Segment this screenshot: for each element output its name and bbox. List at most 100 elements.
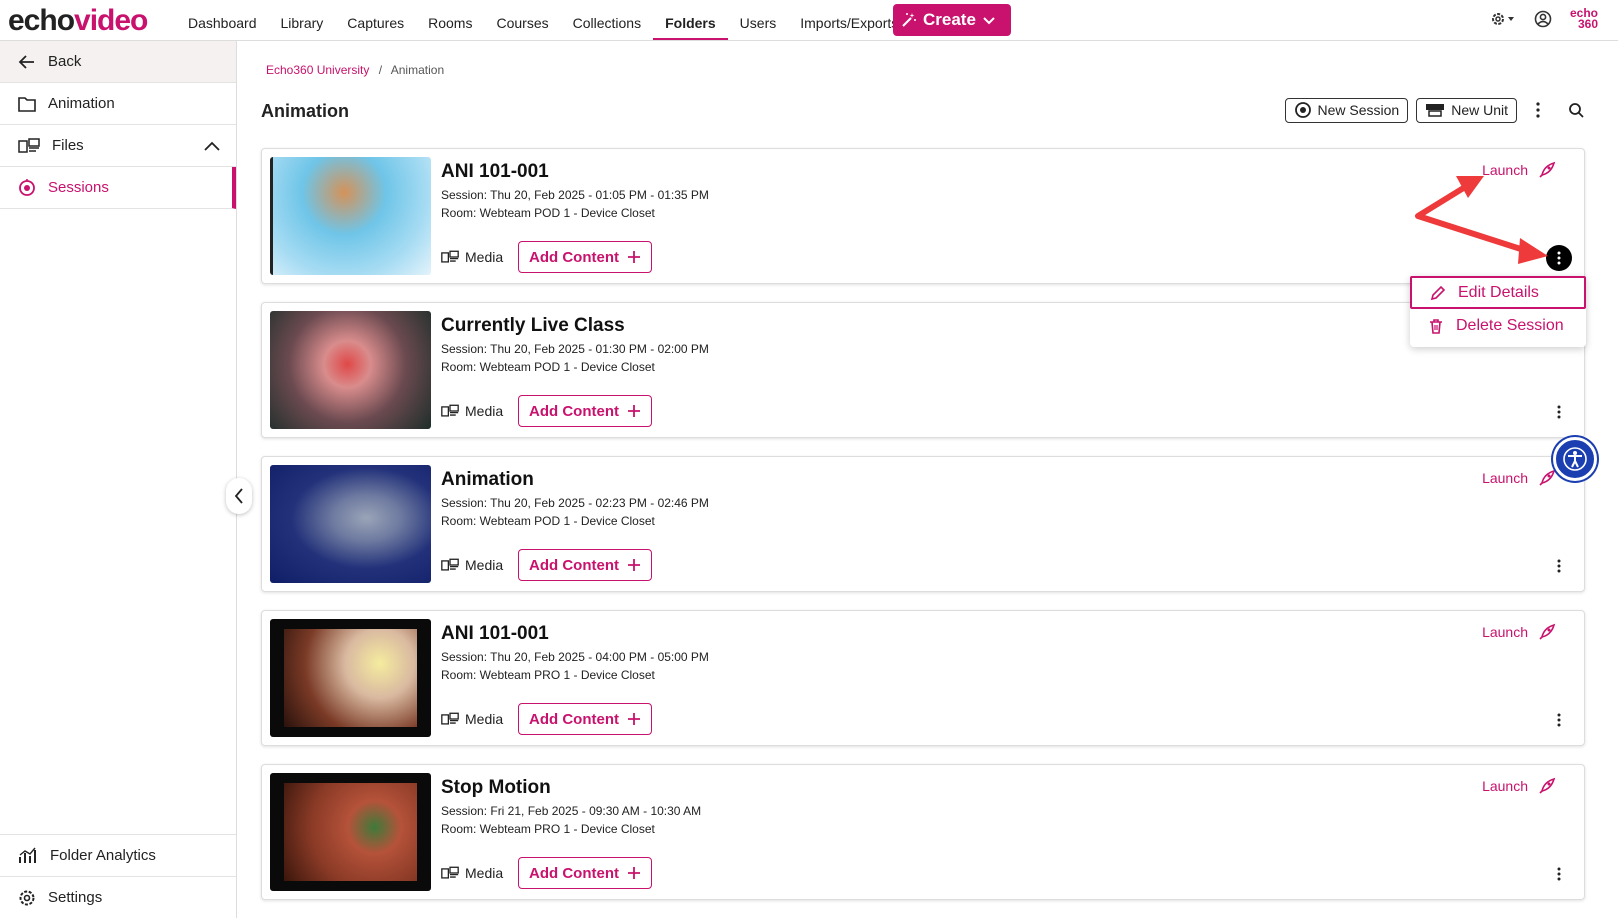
launch-label: Launch [1482, 470, 1528, 486]
session-thumbnail[interactable] [270, 157, 431, 275]
launch-button[interactable]: Launch [1482, 623, 1556, 641]
media-link[interactable]: Media [441, 711, 503, 727]
media-link[interactable]: Media [441, 865, 503, 881]
nav-folders[interactable]: Folders [653, 0, 728, 40]
session-thumbnail[interactable] [270, 619, 431, 737]
pencil-icon [1430, 285, 1446, 301]
media-link[interactable]: Media [441, 557, 503, 573]
session-room: Room: Webteam POD 1 - Device Closet [441, 206, 655, 220]
rocket-icon [1538, 469, 1556, 487]
breadcrumb-root[interactable]: Echo360 University [266, 63, 369, 77]
sidebar-item-settings[interactable]: Settings [0, 876, 236, 918]
unit-icon [1425, 102, 1445, 118]
session-icon [1294, 101, 1312, 119]
sidebar-item-sessions[interactable]: Sessions [0, 167, 236, 209]
session-options-button[interactable] [1546, 399, 1572, 425]
launch-label: Launch [1482, 778, 1528, 794]
add-content-button[interactable]: Add Content [518, 549, 652, 581]
annotation-arrows [1415, 176, 1548, 264]
session-room: Room: Webteam POD 1 - Device Closet [441, 514, 655, 528]
session-title[interactable]: Currently Live Class [441, 315, 625, 337]
sidebar-files-label: Files [52, 137, 84, 154]
session-title[interactable]: Animation [441, 469, 534, 491]
new-session-button[interactable]: New Session [1284, 97, 1409, 123]
main-nav: Dashboard Library Captures Rooms Courses… [176, 0, 910, 40]
thumbnail-frame [284, 629, 417, 727]
search-icon[interactable] [1559, 97, 1593, 123]
add-content-label: Add Content [529, 556, 619, 574]
nav-imports-exports[interactable]: Imports/Exports [788, 0, 910, 40]
media-label: Media [465, 249, 504, 265]
sidebar-settings-label: Settings [48, 889, 103, 906]
plus-icon [627, 404, 641, 418]
new-unit-label: New Unit [1451, 102, 1508, 118]
nav-users[interactable]: Users [728, 0, 789, 40]
user-account-icon[interactable] [1534, 10, 1552, 28]
sidebar: Back Animation Files Sessions Folder Ana… [0, 41, 237, 918]
add-content-label: Add Content [529, 248, 619, 266]
session-card: Currently Live Class Session: Thu 20, Fe… [261, 302, 1585, 438]
media-icon [441, 712, 459, 726]
nav-library[interactable]: Library [269, 0, 336, 40]
session-time: Session: Thu 20, Feb 2025 - 01:05 PM - 0… [441, 188, 709, 202]
sidebar-item-folder-analytics[interactable]: Folder Analytics [0, 834, 236, 876]
session-title[interactable]: ANI 101-001 [441, 623, 549, 645]
add-content-button[interactable]: Add Content [518, 395, 652, 427]
magic-wand-icon [901, 12, 917, 28]
chevron-up-icon[interactable] [204, 141, 220, 151]
media-icon [441, 250, 459, 264]
sidebar-sessions-label: Sessions [48, 179, 109, 196]
session-options-button[interactable] [1546, 707, 1572, 733]
edit-details-menu-item[interactable]: Edit Details [1410, 276, 1586, 309]
media-link[interactable]: Media [441, 403, 503, 419]
add-content-label: Add Content [529, 402, 619, 420]
session-card: Stop Motion Session: Fri 21, Feb 2025 - … [261, 764, 1585, 900]
media-label: Media [465, 711, 504, 727]
nav-rooms[interactable]: Rooms [416, 0, 484, 40]
media-link[interactable]: Media [441, 249, 503, 265]
session-options-button[interactable] [1546, 861, 1572, 887]
plus-icon [627, 250, 641, 264]
session-room: Room: Webteam PRO 1 - Device Closet [441, 822, 655, 836]
sessions-icon [18, 178, 36, 197]
delete-session-menu-item[interactable]: Delete Session [1410, 309, 1586, 342]
analytics-chart-icon [18, 847, 38, 865]
session-title[interactable]: ANI 101-001 [441, 161, 549, 183]
echo360-logo: echo 360 [1569, 6, 1598, 31]
sidebar-item-folder[interactable]: Animation [0, 83, 236, 125]
media-label: Media [465, 557, 504, 573]
session-thumbnail[interactable] [270, 311, 431, 429]
plus-icon [627, 558, 641, 572]
create-button[interactable]: Create [893, 4, 1011, 36]
more-options-icon[interactable] [1525, 97, 1551, 123]
session-time: Session: Thu 20, Feb 2025 - 04:00 PM - 0… [441, 650, 709, 664]
sidebar-back[interactable]: Back [0, 41, 236, 83]
add-content-button[interactable]: Add Content [518, 241, 652, 273]
nav-courses[interactable]: Courses [484, 0, 560, 40]
add-content-button[interactable]: Add Content [518, 857, 652, 889]
chevron-left-icon [234, 488, 244, 504]
gear-icon[interactable] [1490, 10, 1516, 28]
session-card: Animation Session: Thu 20, Feb 2025 - 02… [261, 456, 1585, 592]
accessibility-icon[interactable] [1553, 437, 1597, 481]
session-thumbnail[interactable] [270, 465, 431, 583]
add-content-button[interactable]: Add Content [518, 703, 652, 735]
session-card: ANI 101-001 Session: Thu 20, Feb 2025 - … [261, 610, 1585, 746]
session-options-button[interactable] [1546, 553, 1572, 579]
delete-session-label: Delete Session [1456, 316, 1564, 334]
sidebar-item-files[interactable]: Files [0, 125, 236, 167]
nav-collections[interactable]: Collections [561, 0, 653, 40]
nav-dashboard[interactable]: Dashboard [176, 0, 269, 40]
nav-captures[interactable]: Captures [335, 0, 416, 40]
launch-button[interactable]: Launch [1482, 777, 1556, 795]
rocket-icon [1538, 623, 1556, 641]
echovideo-logo[interactable]: echovideo [8, 4, 148, 38]
session-thumbnail[interactable] [270, 773, 431, 891]
media-icon [441, 866, 459, 880]
collapse-sidebar-button[interactable] [226, 478, 252, 514]
launch-button[interactable]: Launch [1482, 469, 1556, 487]
new-unit-button[interactable]: New Unit [1416, 97, 1517, 123]
session-title[interactable]: Stop Motion [441, 777, 551, 799]
media-icon [441, 404, 459, 418]
add-content-label: Add Content [529, 864, 619, 882]
